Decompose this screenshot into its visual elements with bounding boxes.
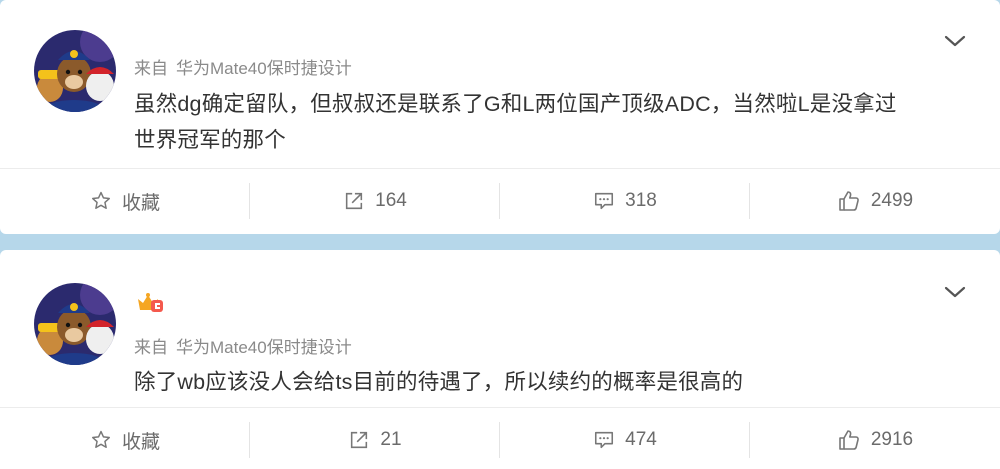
avatar[interactable] bbox=[34, 30, 116, 112]
repost-count: 21 bbox=[380, 429, 402, 450]
comment-button[interactable]: 318 bbox=[500, 183, 750, 219]
favorite-button[interactable]: 收藏 bbox=[0, 422, 250, 458]
weibo-post-card: 来自 华为Mate40保时捷设计 虽然dg确定留队，但叔叔还是联系了G和L两位国产… bbox=[0, 0, 1000, 234]
post-content: 虽然dg确定留队，但叔叔还是联系了G和L两位国产顶级ADC，当然啦L是没拿过 世… bbox=[134, 86, 964, 158]
comment-bubble-icon bbox=[595, 431, 614, 449]
like-count: 2916 bbox=[870, 429, 914, 450]
divider bbox=[0, 407, 1000, 408]
like-button[interactable]: 2916 bbox=[750, 422, 1000, 458]
star-outline-icon bbox=[92, 430, 110, 448]
favorite-label: 收藏 bbox=[121, 192, 160, 214]
divider bbox=[0, 168, 1000, 169]
post-content-line: 虽然dg确定留队，但叔叔还是联系了G和L两位国产顶级ADC，当然啦L是没拿过 bbox=[134, 92, 897, 116]
chevron-down-icon[interactable] bbox=[942, 33, 968, 49]
thumbs-up-icon bbox=[839, 191, 859, 211]
repost-count: 164 bbox=[375, 190, 407, 211]
thumbs-up-icon bbox=[839, 430, 859, 450]
avatar[interactable] bbox=[34, 283, 116, 365]
favorite-label: 收藏 bbox=[121, 431, 160, 453]
post-content-line: 世界冠军的那个 bbox=[134, 128, 286, 152]
comment-count: 474 bbox=[625, 429, 657, 450]
source-prefix: 来自 bbox=[134, 338, 168, 357]
post-source: 来自 华为Mate40保时捷设计 bbox=[134, 54, 352, 79]
repost-button[interactable]: 21 bbox=[250, 422, 500, 458]
share-arrow-icon bbox=[351, 431, 368, 449]
like-count: 2499 bbox=[870, 190, 914, 211]
favorite-button[interactable]: 收藏 bbox=[0, 183, 250, 219]
source-device-link[interactable]: 华为Mate40保时捷设计 bbox=[176, 338, 352, 357]
comment-count: 318 bbox=[625, 190, 657, 211]
source-prefix: 来自 bbox=[134, 59, 168, 78]
repost-button[interactable]: 164 bbox=[250, 183, 500, 219]
star-outline-icon bbox=[92, 191, 110, 209]
post-content-line: 除了wb应该没人会给ts目前的待遇了，所以续约的概率是很高的 bbox=[134, 370, 744, 394]
comment-bubble-icon bbox=[595, 192, 614, 210]
post-source: 来自 华为Mate40保时捷设计 bbox=[134, 333, 352, 358]
post-action-bar: 收藏 164 318 2499 bbox=[0, 183, 1000, 219]
comment-button[interactable]: 474 bbox=[500, 422, 750, 458]
post-action-bar: 收藏 21 474 2916 bbox=[0, 422, 1000, 458]
share-arrow-icon bbox=[346, 192, 363, 210]
chevron-down-icon[interactable] bbox=[942, 284, 968, 300]
source-device-link[interactable]: 华为Mate40保时捷设计 bbox=[176, 59, 352, 78]
crown-badge-icon[interactable] bbox=[136, 291, 164, 313]
post-content: 除了wb应该没人会给ts目前的待遇了，所以续约的概率是很高的 bbox=[134, 364, 964, 400]
like-button[interactable]: 2499 bbox=[750, 183, 1000, 219]
